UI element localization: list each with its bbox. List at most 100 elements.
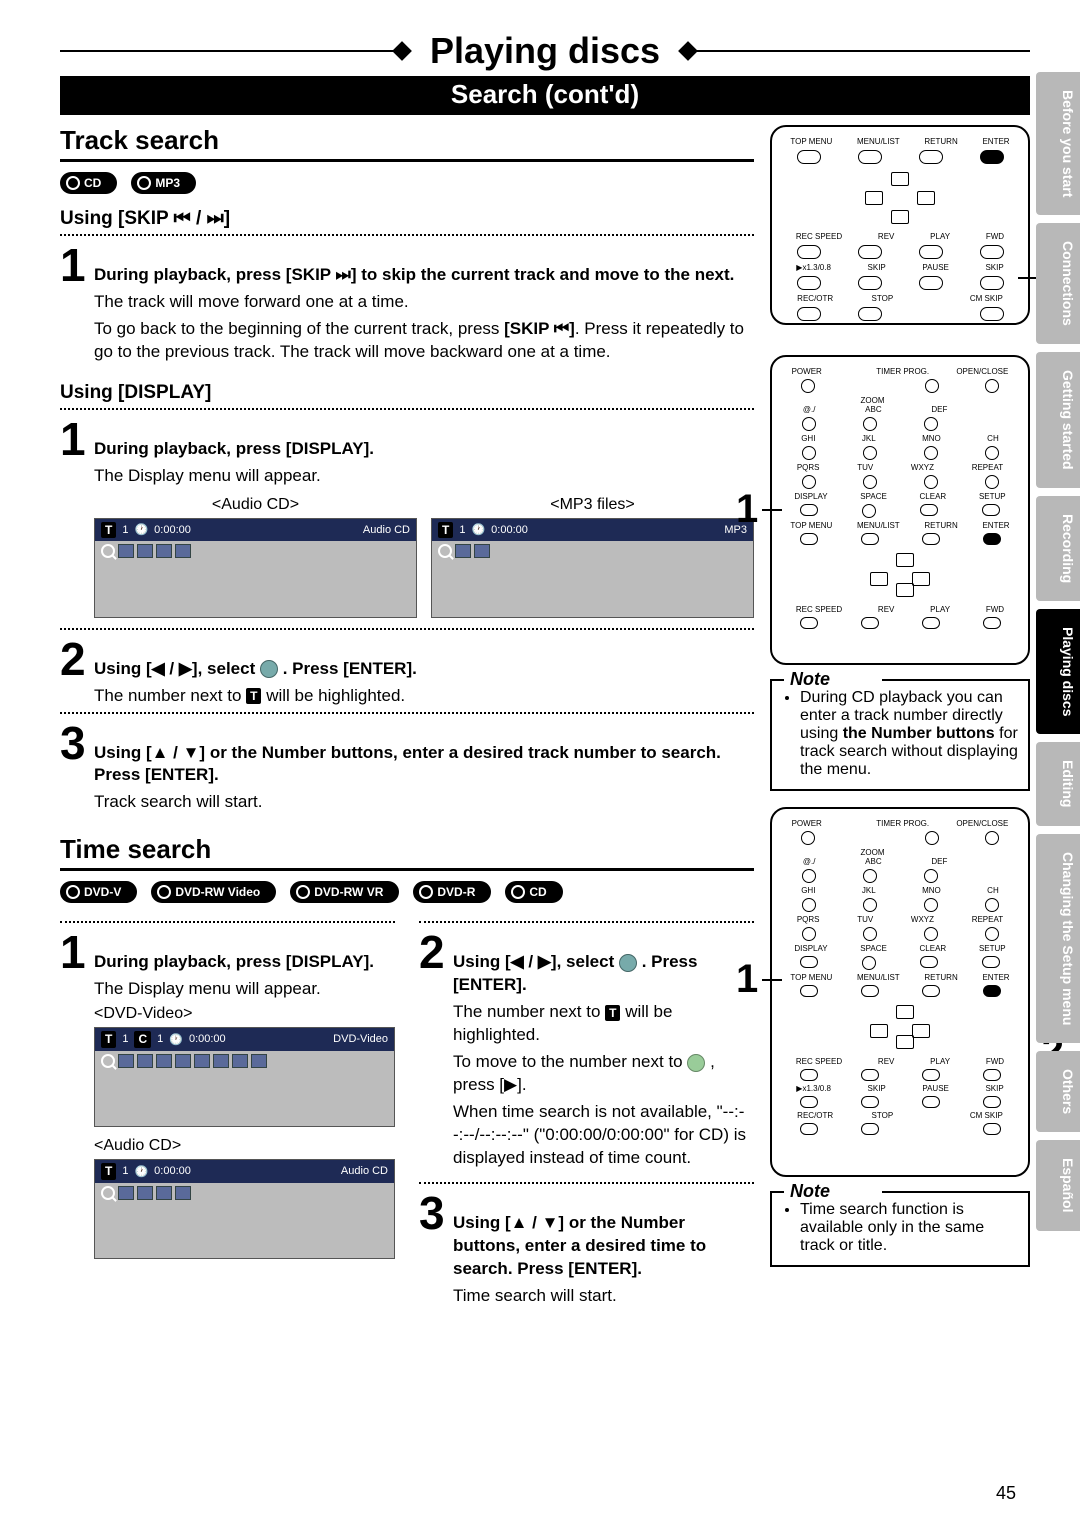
- ts-step2-instruction: Using [◀ / ▶], select . Press [ENTER].: [453, 951, 754, 997]
- osd-icon: [137, 1186, 153, 1200]
- clock-icon: 🕐: [134, 1165, 148, 1178]
- td-step2-instruction: Using [◀ / ▶], select . Press [ENTER].: [94, 658, 754, 681]
- osd-screenshots-row: <Audio CD> T 1 🕐 0:00:00 Audio CD: [94, 496, 754, 618]
- t-chip-icon: T: [246, 688, 261, 704]
- osd-icon: [175, 1186, 191, 1200]
- step1-detail2: To go back to the beginning of the curre…: [94, 318, 754, 364]
- badge-dvdrw-vr: DVD-RW VR: [290, 881, 399, 903]
- callout-1: 1: [736, 487, 758, 532]
- osd-icon: [213, 1054, 229, 1068]
- remote-diagram-2: POWERTIMER PROG.OPEN/CLOSE ZOOM @./ABCDE…: [770, 355, 1030, 665]
- note-text: Time search function is available only i…: [800, 1201, 1018, 1255]
- osd-icon: [118, 1186, 134, 1200]
- td-step3-detail: Track search will start.: [94, 791, 754, 814]
- osd-mp3-label: <MP3 files>: [431, 496, 754, 514]
- osd-disc-type: Audio CD: [363, 524, 410, 536]
- osd-icon: [137, 544, 153, 558]
- remote-diagram-3: POWERTIMER PROG.OPEN/CLOSE ZOOM @./ABCDE…: [770, 807, 1030, 1177]
- osd-icon: [251, 1054, 267, 1068]
- tab-others[interactable]: Others: [1036, 1051, 1080, 1132]
- dotted-rule: [60, 234, 754, 236]
- rule-right: [688, 50, 1030, 52]
- dvd-video-label: <DVD-Video>: [94, 1005, 395, 1023]
- dotted-rule: [419, 921, 754, 923]
- magnifier-icon: [101, 544, 115, 558]
- c-chip: C: [134, 1031, 151, 1047]
- osd-audio-cd: <Audio CD> T 1 🕐 0:00:00 Audio CD: [94, 496, 417, 618]
- track-search-heading: Track search: [60, 125, 754, 162]
- chapter-header: Playing discs: [60, 30, 1030, 72]
- osd-time: 0:00:00: [154, 524, 191, 536]
- note-box-1: Note During CD playback you can enter a …: [770, 679, 1030, 791]
- ts-step3-instruction: Using [▲ / ▼] or the Number buttons, ent…: [453, 1212, 754, 1281]
- osd-icon: [175, 1054, 191, 1068]
- note-box-2: Note Time search function is available o…: [770, 1191, 1030, 1267]
- t-chip: T: [101, 1031, 116, 1047]
- dotted-rule: [60, 921, 395, 923]
- section-title-bar: Search (cont'd): [60, 76, 1030, 115]
- note-title: Note: [784, 1181, 836, 1202]
- ts-step3-detail: Time search will start.: [453, 1285, 754, 1308]
- tab-espanol[interactable]: Español: [1036, 1140, 1080, 1230]
- tab-playing-discs[interactable]: Playing discs: [1036, 609, 1080, 734]
- rule-left: [60, 50, 402, 52]
- badge-dvdr: DVD-R: [413, 881, 491, 903]
- magnifier-icon: [438, 544, 452, 558]
- osd-dvd-video: T 1 C 1 🕐 0:00:00 DVD-Video: [94, 1027, 395, 1127]
- dotted-rule: [419, 1182, 754, 1184]
- osd-icon: [156, 544, 172, 558]
- osd-icon: [175, 544, 191, 558]
- clock-icon: 🕐: [471, 523, 485, 536]
- badge-cd: CD: [60, 172, 117, 194]
- ts-step1-instruction: During playback, press [DISPLAY].: [94, 951, 395, 974]
- search-circle-icon: [619, 954, 637, 972]
- chapter-title: Playing discs: [402, 30, 688, 72]
- badge-dvdrw-video: DVD-RW Video: [151, 881, 276, 903]
- osd-mp3: <MP3 files> T 1 🕐 0:00:00 MP3: [431, 496, 754, 618]
- osd-track-num: 1: [459, 524, 465, 536]
- clock-icon: 🕐: [134, 523, 148, 536]
- osd-icon: [455, 544, 471, 558]
- t-chip-icon: T: [605, 1005, 620, 1021]
- time-search-heading: Time search: [60, 834, 754, 871]
- tab-editing[interactable]: Editing: [1036, 742, 1080, 825]
- tab-connections[interactable]: Connections: [1036, 223, 1080, 344]
- osd-track-num: 1: [122, 524, 128, 536]
- chapter-side-tabs: Before you start Connections Getting sta…: [1036, 72, 1080, 1231]
- disc-badges-time: DVD-V DVD-RW Video DVD-RW VR DVD-R CD: [60, 881, 754, 903]
- ts-step2-body: Using [◀ / ▶], select . Press [ENTER]. T…: [453, 951, 754, 1169]
- td-step2-detail: The number next to T will be highlighted…: [94, 685, 754, 708]
- magnifier-icon: [101, 1054, 115, 1068]
- using-skip-label: Using [SKIP ⏮ / ⏭]: [60, 208, 754, 230]
- note-title: Note: [784, 669, 836, 690]
- search-circle-icon: [260, 660, 278, 678]
- track-skip-step1-body: During playback, press [SKIP ⏭] to skip …: [94, 264, 754, 364]
- tab-before-you-start[interactable]: Before you start: [1036, 72, 1080, 215]
- osd-icon: [156, 1054, 172, 1068]
- audio-cd-label2: <Audio CD>: [94, 1137, 395, 1155]
- dotted-rule: [60, 712, 754, 714]
- using-display-label: Using [DISPLAY]: [60, 382, 754, 404]
- osd-icon: [232, 1054, 248, 1068]
- tab-getting-started[interactable]: Getting started: [1036, 352, 1080, 488]
- osd-icon: [474, 544, 490, 558]
- osd-icon: [118, 1054, 134, 1068]
- tab-recording[interactable]: Recording: [1036, 496, 1080, 601]
- osd-icon: [118, 544, 134, 558]
- ts-step1-detail: The Display menu will appear.: [94, 978, 395, 1001]
- page-number: 45: [996, 1483, 1016, 1504]
- osd-audio-cd2: T 1 🕐 0:00:00 Audio CD: [94, 1159, 395, 1259]
- note-text: During CD playback you can enter a track…: [800, 689, 1018, 779]
- tab-changing-setup[interactable]: Changing the Setup menu: [1036, 834, 1080, 1043]
- osd-time: 0:00:00: [491, 524, 528, 536]
- osd-icon: [156, 1186, 172, 1200]
- osd-icon: [137, 1054, 153, 1068]
- disc-badges-track: CD MP3: [60, 172, 754, 194]
- td-step3-body: Using [▲ / ▼] or the Number buttons, ent…: [94, 742, 754, 815]
- t-chip: T: [101, 1163, 116, 1179]
- step1-instruction: During playback, press [SKIP ⏭] to skip …: [94, 264, 754, 287]
- osd-t-chip: T: [101, 522, 116, 538]
- osd-t-chip: T: [438, 522, 453, 538]
- track-display-step1-body: During playback, press [DISPLAY]. The Di…: [94, 438, 754, 488]
- badge-dvdv: DVD-V: [60, 881, 137, 903]
